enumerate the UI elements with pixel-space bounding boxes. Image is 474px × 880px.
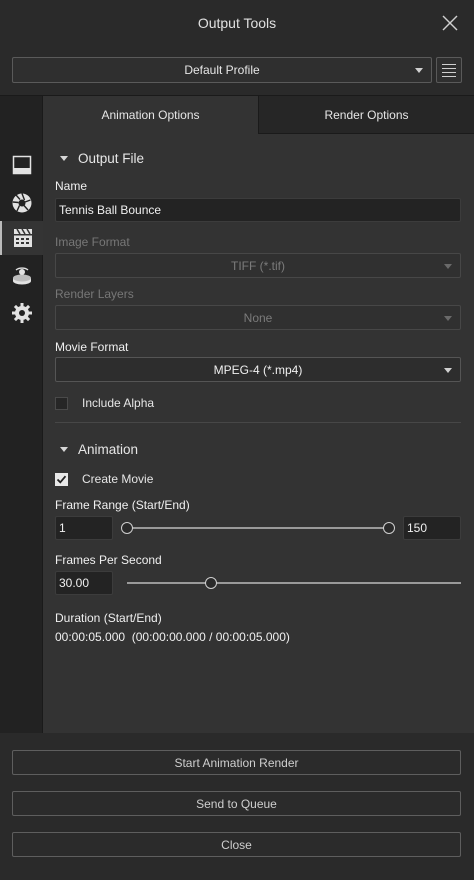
movie-format-value: MPEG-4 (*.mp4) <box>213 362 303 377</box>
chevron-down-icon <box>444 315 452 321</box>
render-layers-value: None <box>243 310 273 325</box>
image-format-dropdown[interactable]: TIFF (*.tif) <box>55 253 461 278</box>
rail-viewport-button[interactable] <box>0 148 43 182</box>
create-movie-checkbox[interactable] <box>55 472 68 486</box>
frame-start-input[interactable]: 1 <box>55 516 113 540</box>
close-button[interactable]: Close <box>12 832 461 857</box>
tab-animation-options[interactable]: Animation Options <box>43 96 258 134</box>
side-rail <box>0 96 43 733</box>
fps-input[interactable]: 30.00 <box>55 571 113 595</box>
profile-dropdown[interactable]: Default Profile <box>12 57 432 83</box>
movie-format-dropdown[interactable]: MPEG-4 (*.mp4) <box>55 357 461 382</box>
output-file-section-title: Output File <box>78 151 145 166</box>
tab-render-options[interactable]: Render Options <box>258 96 474 134</box>
duration-label: Duration (Start/End) <box>55 611 162 625</box>
rail-settings-button[interactable] <box>0 296 43 330</box>
duration-value: 00:00:05.000 (00:00:00.000 / 00:00:05.00… <box>55 630 290 644</box>
main-area: Animation Options Render Options Output … <box>0 95 474 733</box>
fps-slider-track[interactable] <box>127 582 461 584</box>
image-format-label: Image Format <box>55 235 130 249</box>
create-movie-label: Create Movie <box>82 472 154 486</box>
chevron-down-icon <box>415 68 423 73</box>
frame-range-label: Frame Range (Start/End) <box>55 498 190 512</box>
aperture-icon <box>12 193 31 213</box>
output-file-section-header[interactable]: Output File <box>60 151 144 166</box>
name-input[interactable]: Tennis Ball Bounce <box>55 198 461 222</box>
clapperboard-icon <box>13 228 32 247</box>
render-layers-dropdown[interactable]: None <box>55 305 461 330</box>
fps-slider-handle[interactable] <box>205 577 217 589</box>
options-panel: Animation Options Render Options Output … <box>43 96 474 733</box>
viewport-icon <box>12 155 31 175</box>
include-alpha-label: Include Alpha <box>82 396 155 410</box>
chevron-down-icon <box>444 263 452 269</box>
checkmark-icon <box>56 475 67 484</box>
hamburger-icon <box>442 63 456 65</box>
profile-menu-button[interactable] <box>436 57 462 83</box>
profile-dropdown-value: Default Profile <box>184 63 260 77</box>
frame-end-handle[interactable] <box>383 522 395 534</box>
create-movie-row[interactable]: Create Movie <box>55 472 153 486</box>
close-window-button[interactable] <box>440 13 460 33</box>
section-divider <box>55 422 461 423</box>
movie-format-label: Movie Format <box>55 340 129 354</box>
frame-start-handle[interactable] <box>121 522 133 534</box>
include-alpha-checkbox[interactable] <box>55 396 68 410</box>
name-label: Name <box>55 179 88 193</box>
rail-turntable-button[interactable] <box>0 259 43 293</box>
include-alpha-row[interactable]: Include Alpha <box>55 396 154 410</box>
close-icon <box>442 15 458 31</box>
window-title: Output Tools <box>197 15 277 31</box>
options-tabs: Animation Options Render Options <box>43 96 474 134</box>
profile-row: Default Profile <box>12 57 462 83</box>
collapse-triangle-icon <box>60 447 68 452</box>
frame-end-input[interactable]: 150 <box>403 516 461 540</box>
title-bar: Output Tools <box>0 0 474 46</box>
turntable-icon <box>12 267 31 285</box>
animation-section-header[interactable]: Animation <box>60 442 138 457</box>
image-format-value: TIFF (*.tif) <box>231 258 285 273</box>
start-animation-render-button[interactable]: Start Animation Render <box>12 750 461 775</box>
rail-animation-button[interactable] <box>0 221 43 255</box>
frame-range-slider-track[interactable] <box>127 527 389 529</box>
send-to-queue-button[interactable]: Send to Queue <box>12 791 461 816</box>
chevron-down-icon <box>444 367 452 373</box>
render-layers-label: Render Layers <box>55 287 134 301</box>
collapse-triangle-icon <box>60 156 68 161</box>
rail-camera-button[interactable] <box>0 186 43 220</box>
fps-label: Frames Per Second <box>55 553 162 567</box>
animation-section-title: Animation <box>78 442 139 457</box>
gear-icon <box>11 303 32 323</box>
